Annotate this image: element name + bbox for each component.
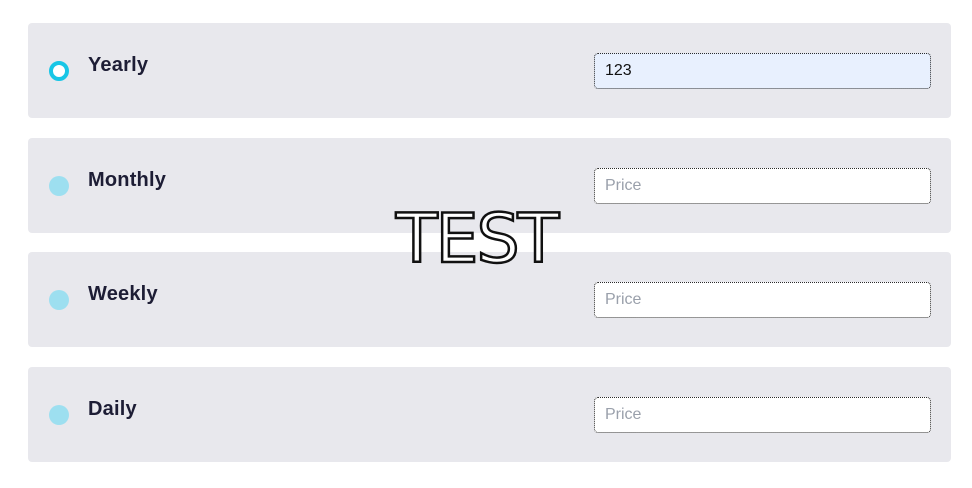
price-input-weekly[interactable]	[594, 282, 931, 318]
price-input-monthly[interactable]	[594, 168, 931, 204]
option-label-daily: Daily	[88, 398, 137, 420]
test-watermark: TEST	[395, 200, 561, 279]
option-label-yearly: Yearly	[88, 54, 149, 76]
option-row-yearly[interactable]: Yearly	[28, 23, 951, 118]
radio-unselected-icon[interactable]	[49, 290, 69, 310]
radio-unselected-icon[interactable]	[49, 176, 69, 196]
price-input-yearly[interactable]	[594, 53, 931, 89]
option-label-monthly: Monthly	[88, 169, 167, 191]
billing-period-form: Yearly Monthly Weekly Daily TEST	[0, 0, 972, 488]
price-input-daily[interactable]	[594, 397, 931, 433]
option-label-weekly: Weekly	[88, 283, 158, 305]
option-row-daily[interactable]: Daily	[28, 367, 951, 462]
radio-unselected-icon[interactable]	[49, 405, 69, 425]
radio-selected-icon[interactable]	[49, 61, 69, 81]
